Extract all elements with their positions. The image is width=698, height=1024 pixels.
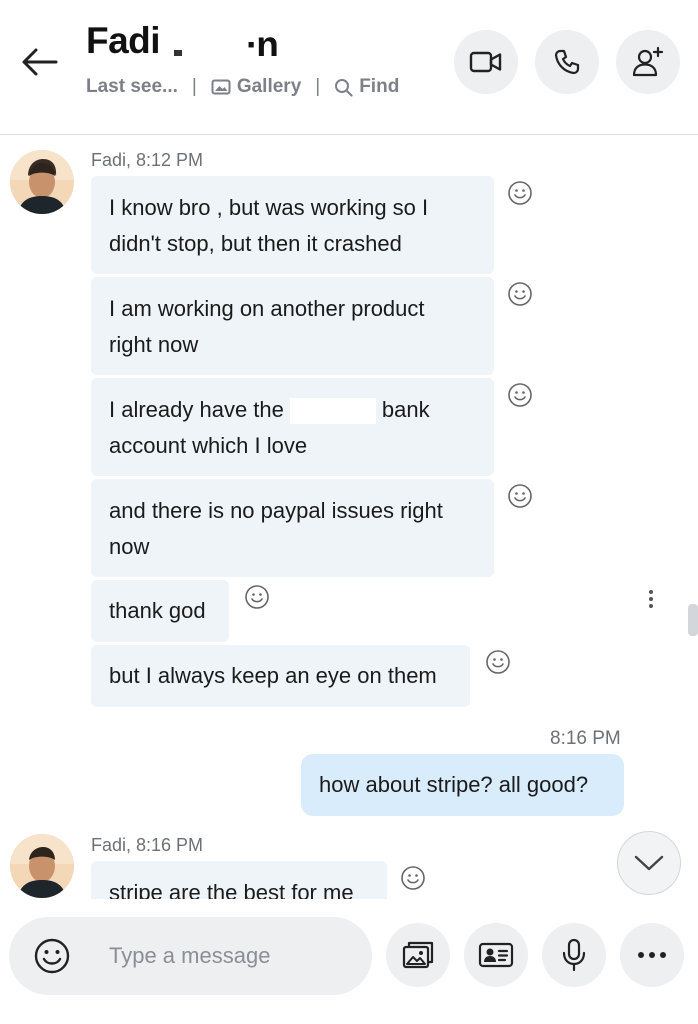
search-icon xyxy=(335,78,353,97)
chevron-down-icon xyxy=(634,855,664,871)
message-text: I am working on another product xyxy=(109,296,425,321)
redacted-name-fragment xyxy=(174,50,182,56)
voice-message-button[interactable] xyxy=(542,923,606,987)
message-text: now xyxy=(109,534,150,559)
message-bubble[interactable]: and there is no paypal issues right now xyxy=(91,479,494,577)
avatar-photo xyxy=(10,834,74,898)
last-seen-status: Last see... xyxy=(86,76,178,97)
smiley-icon[interactable] xyxy=(33,937,71,975)
message-text: thank god xyxy=(109,598,206,623)
message-options-icon[interactable] xyxy=(648,588,654,610)
add-reaction-icon[interactable] xyxy=(507,281,533,307)
contact-avatar[interactable] xyxy=(10,834,74,898)
gallery-icon xyxy=(211,79,231,95)
message-text: how about stripe? all good? xyxy=(319,772,589,797)
chat-header: Fadi ∙n Last see... | Gallery | Find xyxy=(0,0,698,135)
message-input[interactable] xyxy=(109,941,349,971)
avatar-photo xyxy=(10,150,74,214)
message-text: didn't stop, but then it crashed xyxy=(109,231,402,256)
add-reaction-icon[interactable] xyxy=(507,382,533,408)
phone-icon xyxy=(554,49,580,75)
contact-avatar[interactable] xyxy=(10,150,74,214)
divider: | xyxy=(315,76,321,97)
back-button[interactable] xyxy=(20,42,60,82)
send-media-button[interactable] xyxy=(386,923,450,987)
message-text: I know bro , but was working so I xyxy=(109,195,429,220)
message-bubble[interactable]: but I always keep an eye on them xyxy=(91,645,470,707)
outgoing-timestamp: 8:16 PM xyxy=(550,728,621,749)
sender-timestamp: Fadi, 8:16 PM xyxy=(91,835,204,855)
message-text: stripe are the best for me xyxy=(109,880,354,899)
message-bubble[interactable]: I already have the bank account which I l… xyxy=(91,378,494,476)
contact-name[interactable]: Fadi xyxy=(86,20,161,62)
add-reaction-icon[interactable] xyxy=(244,584,270,610)
message-bubble[interactable]: thank god xyxy=(91,580,229,642)
message-bubble[interactable]: stripe are the best for me xyxy=(91,861,387,899)
more-icon xyxy=(638,952,666,958)
divider: | xyxy=(191,76,197,97)
redacted-text xyxy=(289,398,376,425)
add-person-icon xyxy=(632,46,664,77)
add-participant-button[interactable] xyxy=(616,30,680,94)
message-text: I already have the xyxy=(109,397,284,422)
message-bubble[interactable]: I know bro , but was working so I didn't… xyxy=(91,176,494,274)
gallery-icon xyxy=(402,941,434,969)
video-camera-icon xyxy=(469,51,502,73)
sender-timestamp: Fadi, 8:12 PM xyxy=(91,150,204,170)
add-reaction-icon[interactable] xyxy=(400,865,426,891)
add-reaction-icon[interactable] xyxy=(507,483,533,509)
arrow-left-icon xyxy=(22,48,58,76)
redacted-name-tail: ∙n xyxy=(246,34,279,56)
microphone-icon xyxy=(562,938,586,972)
message-clip: stripe are the best for me xyxy=(91,861,387,899)
message-text: right now xyxy=(109,332,199,357)
find-link[interactable]: Find xyxy=(334,76,399,98)
message-text: bank xyxy=(381,397,430,422)
send-contact-button[interactable] xyxy=(464,923,528,987)
message-text: account which I love xyxy=(109,433,308,458)
scrollbar-thumb[interactable] xyxy=(688,604,698,636)
contact-card-icon xyxy=(478,942,514,968)
find-label: Find xyxy=(359,76,400,97)
add-reaction-icon[interactable] xyxy=(507,180,533,206)
video-call-button[interactable] xyxy=(454,30,518,94)
more-options-button[interactable] xyxy=(620,923,684,987)
header-subline: Last see... | Gallery | Find xyxy=(86,76,399,98)
message-line: I already have the bank xyxy=(109,392,476,428)
gallery-label: Gallery xyxy=(236,76,302,97)
scroll-to-bottom-button[interactable] xyxy=(617,831,681,895)
message-text: and there is no paypal issues right xyxy=(109,498,443,523)
message-bubble[interactable]: I am working on another product right no… xyxy=(91,277,494,375)
message-text: but I always keep an eye on them xyxy=(109,663,437,688)
outgoing-message-bubble[interactable]: how about stripe? all good? xyxy=(301,754,624,816)
audio-call-button[interactable] xyxy=(535,30,599,94)
gallery-link[interactable]: Gallery xyxy=(211,76,301,98)
add-reaction-icon[interactable] xyxy=(485,649,511,675)
message-composer xyxy=(9,917,372,995)
